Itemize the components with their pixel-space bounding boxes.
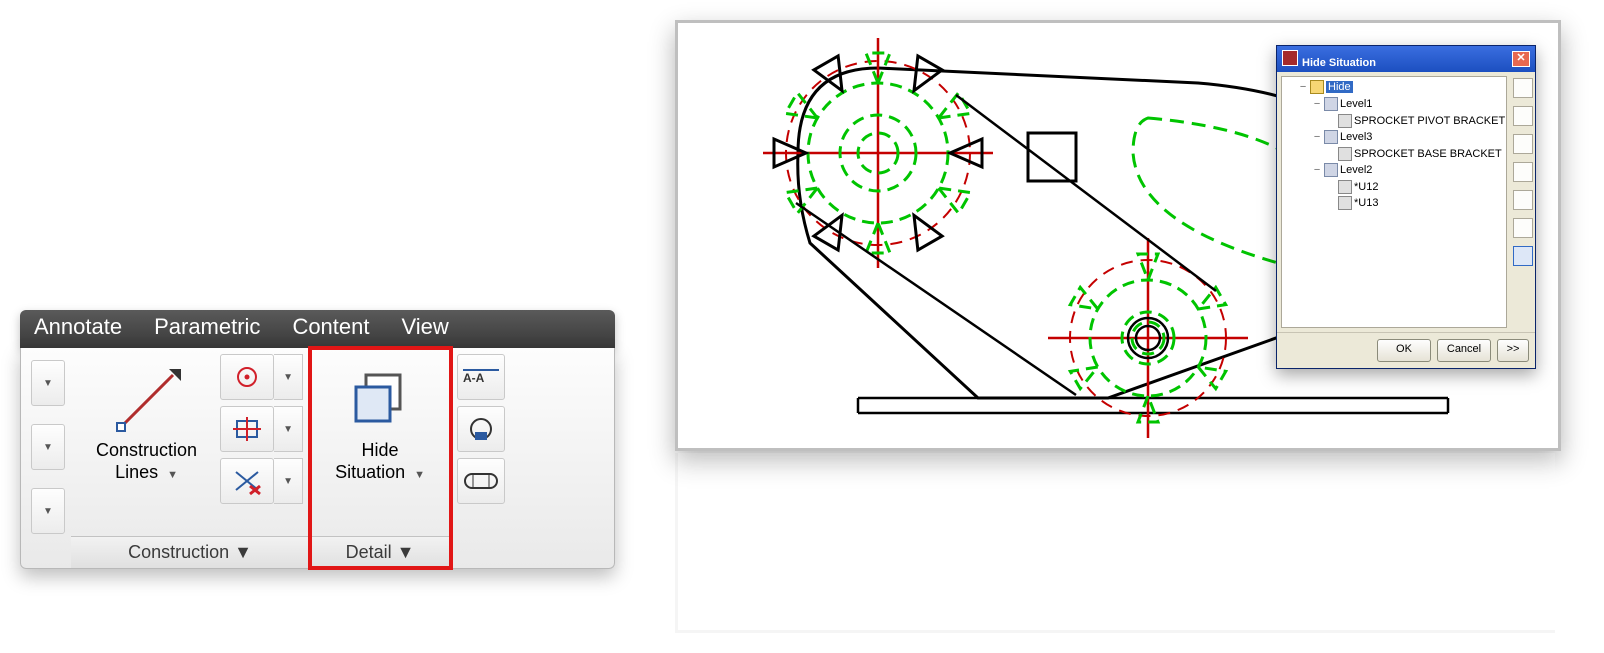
panel-construction: Construction Lines ▼ ▼ [71, 348, 310, 568]
tab-view[interactable]: View [402, 314, 449, 340]
tree-level2-item1[interactable]: *U12 [1354, 181, 1378, 193]
circle-center-mark-button[interactable] [220, 354, 274, 400]
dialog-cancel-button[interactable]: Cancel [1437, 339, 1491, 362]
side-tool-up[interactable] [1513, 162, 1533, 182]
panel-edge: ▼ ▼ ▼ [21, 348, 71, 568]
ribbon-crop: Annotate Parametric Content View ▼ ▼ ▼ [20, 310, 615, 569]
svg-text:A-A: A-A [463, 371, 485, 385]
dialog-ok-button[interactable]: OK [1377, 339, 1431, 362]
drawing-area: Hide Situation ✕ −Hide −Level1 SPROCKET … [675, 20, 1555, 633]
side-tool-1[interactable] [1513, 78, 1533, 98]
level-icon [1324, 130, 1338, 144]
tree-level3[interactable]: Level3 [1340, 131, 1372, 143]
section-view-button[interactable]: A-A [457, 354, 505, 400]
tab-content[interactable]: Content [292, 314, 369, 340]
part-icon [1338, 114, 1352, 128]
construction-lines-icon [111, 365, 183, 437]
side-tool-down[interactable] [1513, 190, 1533, 210]
tab-annotate[interactable]: Annotate [34, 314, 122, 340]
rectangle-cline-button[interactable] [220, 406, 274, 452]
dialog-footer: OK Cancel >> [1277, 332, 1535, 368]
tree-level2[interactable]: Level2 [1340, 164, 1372, 176]
edge-dropdown-2[interactable]: ▼ [31, 424, 65, 470]
delete-cline-button[interactable] [220, 458, 274, 504]
construction-lines-button[interactable]: Construction Lines ▼ [77, 354, 216, 493]
construction-tool-stack: ▼ ▼ ▼ [220, 354, 303, 504]
circle-center-mark-menu[interactable]: ▼ [274, 354, 303, 400]
ribbon-body: ▼ ▼ ▼ Construction [20, 348, 615, 569]
folder-icon [1310, 80, 1324, 94]
edge-dropdown-3[interactable]: ▼ [31, 488, 65, 534]
dialog-more-button[interactable]: >> [1497, 339, 1529, 362]
drawing-canvas: Hide Situation ✕ −Hide −Level1 SPROCKET … [675, 20, 1561, 451]
tree-root[interactable]: Hide [1326, 81, 1353, 93]
tree-level2-item2[interactable]: *U13 [1354, 197, 1378, 209]
tree-level1-item[interactable]: SPROCKET PIVOT BRACKET [1354, 115, 1505, 127]
hide-situation-icon [344, 365, 416, 437]
dialog-close-button[interactable]: ✕ [1512, 51, 1530, 67]
part-icon [1338, 147, 1352, 161]
tree-level3-item[interactable]: SPROCKET BASE BRACKET [1354, 148, 1502, 160]
part-icon [1338, 180, 1352, 194]
rectangle-cline-menu[interactable]: ▼ [274, 406, 303, 452]
side-tool-zoom[interactable] [1513, 246, 1533, 266]
side-tool-delete[interactable] [1513, 134, 1533, 154]
part-icon [1338, 196, 1352, 210]
dialog-app-icon [1282, 50, 1298, 66]
dialog-titlebar[interactable]: Hide Situation ✕ [1277, 46, 1535, 72]
panel-detail-footer[interactable]: Detail ▼ [310, 536, 450, 568]
level-icon [1324, 163, 1338, 177]
construction-lines-label-2: Lines [115, 462, 158, 482]
delete-cline-menu[interactable]: ▼ [274, 458, 303, 504]
tree-level1[interactable]: Level1 [1340, 98, 1372, 110]
panel-detail: Hide Situation ▼ Detail ▼ [310, 348, 451, 568]
dialog-side-toolbar [1511, 72, 1535, 332]
panel-partial-right: A-A [451, 348, 511, 568]
edge-dropdown-1[interactable]: ▼ [31, 360, 65, 406]
break-view-button[interactable] [457, 458, 505, 504]
hide-situation-caret: ▼ [414, 469, 425, 481]
hide-tree[interactable]: −Hide −Level1 SPROCKET PIVOT BRACKET −Le… [1281, 76, 1507, 328]
side-tool-6[interactable] [1513, 218, 1533, 238]
panel-construction-footer[interactable]: Construction ▼ [71, 536, 309, 568]
detail-view-button[interactable] [457, 406, 505, 452]
drawing-reflection [675, 453, 1555, 633]
hide-situation-label-2: Situation [335, 462, 405, 482]
construction-lines-caret: ▼ [167, 469, 178, 481]
side-tool-2[interactable] [1513, 106, 1533, 126]
hide-situation-button[interactable]: Hide Situation ▼ [316, 354, 444, 493]
ribbon-tab-strip: Annotate Parametric Content View [20, 310, 615, 348]
hide-situation-label-1: Hide [362, 440, 399, 460]
construction-lines-label-1: Construction [96, 440, 197, 460]
level-icon [1324, 97, 1338, 111]
hide-situation-dialog: Hide Situation ✕ −Hide −Level1 SPROCKET … [1276, 45, 1536, 369]
tab-parametric[interactable]: Parametric [154, 314, 260, 340]
dialog-title-text: Hide Situation [1302, 57, 1376, 69]
